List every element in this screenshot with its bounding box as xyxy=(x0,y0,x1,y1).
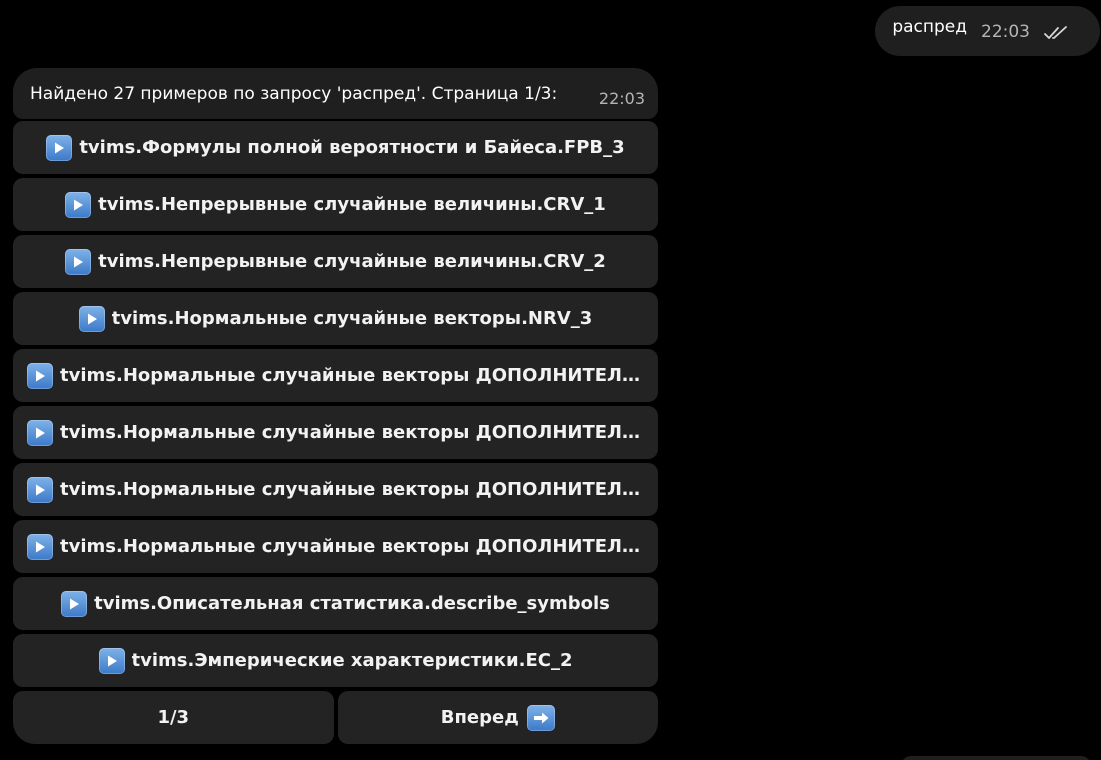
next-page-button[interactable]: Вперед xyxy=(337,691,658,744)
inline-keyboard: tvims.Формулы полной вероятности и Байес… xyxy=(13,121,658,744)
page-indicator-button[interactable]: 1/3 xyxy=(13,691,334,744)
keyboard-button[interactable]: tvims.Нормальные случайные векторы ДОПОЛ… xyxy=(13,406,658,459)
keyboard-button-label: tvims.Формулы полной вероятности и Байес… xyxy=(79,137,625,158)
pagination-row: 1/3 Вперед xyxy=(13,691,658,744)
keyboard-button-label: tvims.Нормальные случайные векторы ДОПОЛ… xyxy=(60,536,644,557)
keyboard-button[interactable]: tvims.Нормальные случайные векторы ДОПОЛ… xyxy=(13,520,658,573)
play-icon xyxy=(27,476,53,503)
incoming-message[interactable]: Найдено 27 примеров по запросу 'распред'… xyxy=(13,68,658,119)
keyboard-button-label: tvims.Нормальные случайные векторы.NRV_3 xyxy=(111,308,593,329)
keyboard-button-label: tvims.Непрерывные случайные величины.CRV… xyxy=(98,194,606,215)
keyboard-button-label: tvims.Описательная статистика.describe_s… xyxy=(94,593,610,614)
outgoing-message[interactable]: распред 22:03 xyxy=(875,6,1100,56)
play-icon xyxy=(46,134,73,161)
incoming-message-text: Найдено 27 примеров по запросу 'распред'… xyxy=(30,83,558,104)
keyboard-button[interactable]: tvims.Формулы полной вероятности и Байес… xyxy=(13,121,658,174)
keyboard-button-label: tvims.Нормальные случайные векторы ДОПОЛ… xyxy=(60,365,644,386)
play-icon xyxy=(61,590,88,617)
keyboard-button[interactable]: tvims.Нормальные случайные векторы.NRV_3 xyxy=(13,292,658,345)
play-icon xyxy=(65,248,92,275)
keyboard-button[interactable]: tvims.Непрерывные случайные величины.CRV… xyxy=(13,178,658,231)
keyboard-button-label: tvims.Нормальные случайные векторы ДОПОЛ… xyxy=(60,422,644,443)
play-icon xyxy=(27,362,53,389)
play-icon xyxy=(78,305,105,332)
incoming-message-time: 22:03 xyxy=(598,89,645,108)
play-icon xyxy=(27,419,53,446)
keyboard-button-label: tvims.Нормальные случайные векторы ДОПОЛ… xyxy=(60,479,644,500)
keyboard-button[interactable]: tvims.Нормальные случайные векторы ДОПОЛ… xyxy=(13,349,658,402)
next-message-bubble xyxy=(901,756,1091,760)
chat-view: распред 22:03 Найдено 27 примеров по зап… xyxy=(0,0,1101,760)
right-arrow-icon xyxy=(526,704,555,731)
play-icon xyxy=(65,191,92,218)
play-icon xyxy=(27,533,53,560)
double-check-icon xyxy=(1044,26,1067,39)
keyboard-button-label: tvims.Непрерывные случайные величины.CRV… xyxy=(98,251,606,272)
outgoing-message-text: распред xyxy=(892,17,967,37)
keyboard-button[interactable]: tvims.Непрерывные случайные величины.CRV… xyxy=(13,235,658,288)
next-page-label: Вперед xyxy=(440,707,519,728)
keyboard-button[interactable]: tvims.Нормальные случайные векторы ДОПОЛ… xyxy=(13,463,658,516)
keyboard-button-label: tvims.Эмперические характеристики.EC_2 xyxy=(131,650,573,671)
outgoing-message-time: 22:03 xyxy=(981,22,1030,42)
keyboard-button[interactable]: tvims.Описательная статистика.describe_s… xyxy=(13,577,658,630)
keyboard-button[interactable]: tvims.Эмперические характеристики.EC_2 xyxy=(13,634,658,687)
page-indicator-label: 1/3 xyxy=(157,707,190,728)
play-icon xyxy=(98,647,125,674)
